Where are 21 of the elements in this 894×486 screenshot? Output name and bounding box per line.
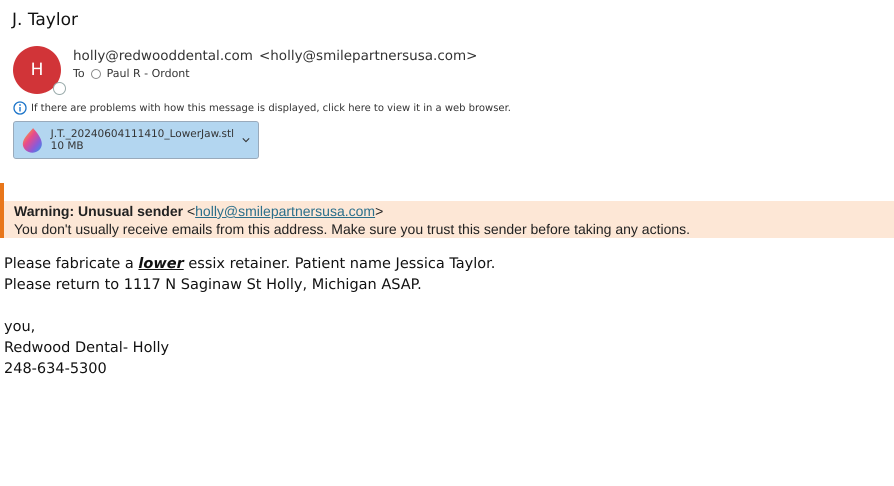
sender-name[interactable]: holly@redwooddental.com: [73, 48, 253, 64]
body-text: Please return to 1117 N Saginaw St Holly, Michigan ASAP.: [4, 277, 423, 295]
sender-address: <holly@smilepartnersusa.com>: [258, 48, 478, 64]
warning-title: Warning: Unusual sender <holly@smilepartnersusa.com>: [14, 203, 384, 219]
attachment-size: 10 MB: [50, 140, 85, 152]
body-text: Redwood Dental- Holly: [4, 340, 170, 358]
chevron-down-icon[interactable]: [242, 137, 250, 143]
presence-icon: [53, 82, 66, 95]
sender-link[interactable]: holly@smilepartnersusa.com: [195, 203, 376, 219]
info-message[interactable]: If there are problems with how this message is displayed, click here to view it in a web browser.: [31, 102, 511, 114]
recipient-name[interactable]: Paul R - Ordont: [106, 67, 190, 80]
presence-icon: [90, 68, 101, 78]
body-text: Please fabricate a lower essix retainer. Patient name Jessica Taylor.: [4, 256, 496, 274]
attachment-card[interactable]: J.T._20240604111410_LowerJaw.stl 10 MB: [13, 121, 259, 159]
subject-title: J. Taylor: [10, 9, 79, 30]
info-icon: [13, 101, 27, 115]
body-text: 248-634-5300: [4, 361, 108, 379]
attachment-name: J.T._20240604111410_LowerJaw.stl: [50, 128, 234, 140]
to-label: To: [73, 67, 85, 80]
warning-message: You don't usually receive emails from this address. Make sure you trust this sender before taking any actions.: [14, 221, 692, 237]
body-text: you,: [4, 319, 36, 337]
